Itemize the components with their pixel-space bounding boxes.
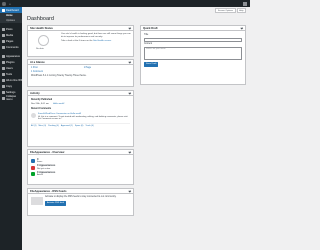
check-icon xyxy=(31,172,35,177)
version-info: WordPress 6.1.1 running Twenty Twenty-Th… xyxy=(31,75,87,77)
content-label: Content xyxy=(144,43,153,45)
rss-thumbnail xyxy=(31,196,43,205)
avatar[interactable] xyxy=(243,1,247,6)
sidebar-item-label: Collapse menu xyxy=(6,95,17,101)
widget-controls[interactable] xyxy=(129,150,132,154)
widget-controls[interactable] xyxy=(129,60,132,64)
widget-title: Activity xyxy=(30,91,40,95)
sidebar-item-label: Posts xyxy=(6,27,13,31)
health-indicator xyxy=(38,35,49,46)
quick-draft-widget: Quick Draft Title Content What's on your… xyxy=(140,25,246,85)
appearance-icon xyxy=(1,54,5,58)
draft-content-input[interactable]: What's on your mind? xyxy=(144,46,242,60)
widget-controls[interactable] xyxy=(241,26,244,30)
comments-count-link[interactable]: 1 Comment xyxy=(31,71,43,74)
comment-filter-tabs: All (1) Mine (0) Pending (0) Approved (1… xyxy=(31,123,130,128)
wordpress-logo-icon[interactable] xyxy=(0,0,7,7)
sidebar-item-label: Plugins xyxy=(6,60,15,64)
pages-icon xyxy=(1,39,5,43)
warning-icon xyxy=(31,165,35,170)
sidebar-item-label: Copy xyxy=(6,84,13,88)
rss-text: Activate to display the RSS feeds to sta… xyxy=(45,196,117,198)
sidebar-item-collapse[interactable]: Collapse menu xyxy=(0,95,22,101)
sidebar-item-label: Users xyxy=(6,66,13,70)
collapse-icon xyxy=(1,96,5,100)
sidebar-item-label: Pages xyxy=(6,39,14,43)
widget-controls[interactable] xyxy=(129,26,132,30)
widget-title: Quick Draft xyxy=(143,26,158,30)
admin-bar: ⌂ xyxy=(0,0,250,7)
post-link[interactable]: Hello world! xyxy=(53,103,64,106)
pages-count-link[interactable]: 1 Page xyxy=(84,67,91,70)
sidebar-item-label: All-in-One WP Migration xyxy=(6,78,22,82)
overview-widget: FileAppearance - Overview 0 Items 0 Appea… xyxy=(27,149,134,185)
posts-count-link[interactable]: 1 Post xyxy=(31,67,38,70)
posts-icon xyxy=(1,27,5,31)
health-text-2: Take a look at the 0 items on the xyxy=(61,39,93,42)
home-icon: ⌂ xyxy=(9,1,11,6)
comments-icon xyxy=(1,45,5,49)
site-health-widget: Site Health Status No data Your site's h… xyxy=(27,25,134,57)
comment-text: Hi, this is a comment. To get started wi… xyxy=(38,115,128,121)
sidebar-item-label: Media xyxy=(6,33,14,37)
dashboard-submenu: Home Updates xyxy=(0,13,22,23)
tab-all[interactable]: All (1) xyxy=(31,125,36,128)
plugins-icon xyxy=(1,60,5,64)
save-draft-button[interactable]: Save Draft xyxy=(144,61,159,67)
sidebar-item-label: Appearance xyxy=(6,54,20,58)
stat-label: Items xyxy=(37,161,43,164)
users-icon xyxy=(1,66,5,70)
health-text: Your site's health is looking good, but … xyxy=(61,33,131,38)
post-date: Nov 26th, 8:01 am xyxy=(31,103,49,105)
main-content: Screen Options Help Dashboard Site Healt… xyxy=(22,7,250,250)
site-health-link[interactable]: Site Health screen. xyxy=(93,40,111,42)
widget-title: At a Glance xyxy=(30,60,45,64)
widget-title: FileAppearance - RSS Feeds xyxy=(30,189,67,193)
admin-sidebar: Dashboard Home Updates Posts Media Pages… xyxy=(0,7,22,250)
commenter-avatar xyxy=(31,113,36,118)
page-title: Dashboard xyxy=(27,16,54,22)
title-label: Title xyxy=(144,34,149,36)
stat-label: Not yet active xyxy=(37,167,51,170)
items-icon xyxy=(31,159,35,164)
sidebar-item-label: Dashboard xyxy=(6,8,19,12)
screen-options-button[interactable]: Screen Options xyxy=(215,8,236,13)
copy-icon xyxy=(1,84,5,88)
widget-controls[interactable] xyxy=(129,91,132,95)
settings-icon xyxy=(1,90,5,94)
recently-published-heading: Recently Published xyxy=(31,99,53,101)
help-button[interactable]: Help xyxy=(236,8,246,13)
dashboard-icon xyxy=(1,8,5,12)
tab-approved[interactable]: Approved (1) xyxy=(61,125,73,128)
draft-title-input[interactable] xyxy=(144,37,242,42)
site-name-link[interactable]: ⌂ xyxy=(9,2,11,6)
submenu-updates[interactable]: Updates xyxy=(0,18,22,23)
tab-pending[interactable]: Pending (0) xyxy=(48,125,59,128)
tab-trash[interactable]: Trash (0) xyxy=(85,125,93,128)
widget-title: FileAppearance - Overview xyxy=(30,150,65,154)
media-icon xyxy=(1,33,5,37)
activate-rss-button[interactable]: Activate RSS feed xyxy=(45,200,66,206)
tab-mine[interactable]: Mine (0) xyxy=(38,125,46,128)
health-description: Your site's health is looking good, but … xyxy=(61,33,131,42)
activity-widget: Activity Recently Published Nov 26th, 8:… xyxy=(27,90,134,147)
health-status: No data xyxy=(36,48,44,50)
rss-widget: FileAppearance - RSS Feeds Activate to d… xyxy=(27,188,134,216)
tab-spam[interactable]: Spam (0) xyxy=(75,125,84,128)
widget-controls[interactable] xyxy=(129,189,132,193)
sidebar-item-label: Tools xyxy=(6,72,13,76)
migration-icon xyxy=(1,78,5,82)
widget-title: Site Health Status xyxy=(30,26,53,30)
recent-comments-heading: Recent Comments xyxy=(31,108,52,110)
sidebar-item-label: Settings xyxy=(6,90,16,94)
stat-label: Active xyxy=(37,174,43,177)
tools-icon xyxy=(1,72,5,76)
at-a-glance-widget: At a Glance 1 Post 1 Page 1 Comment WordP… xyxy=(27,59,134,87)
sidebar-item-label: Comments xyxy=(6,45,19,49)
